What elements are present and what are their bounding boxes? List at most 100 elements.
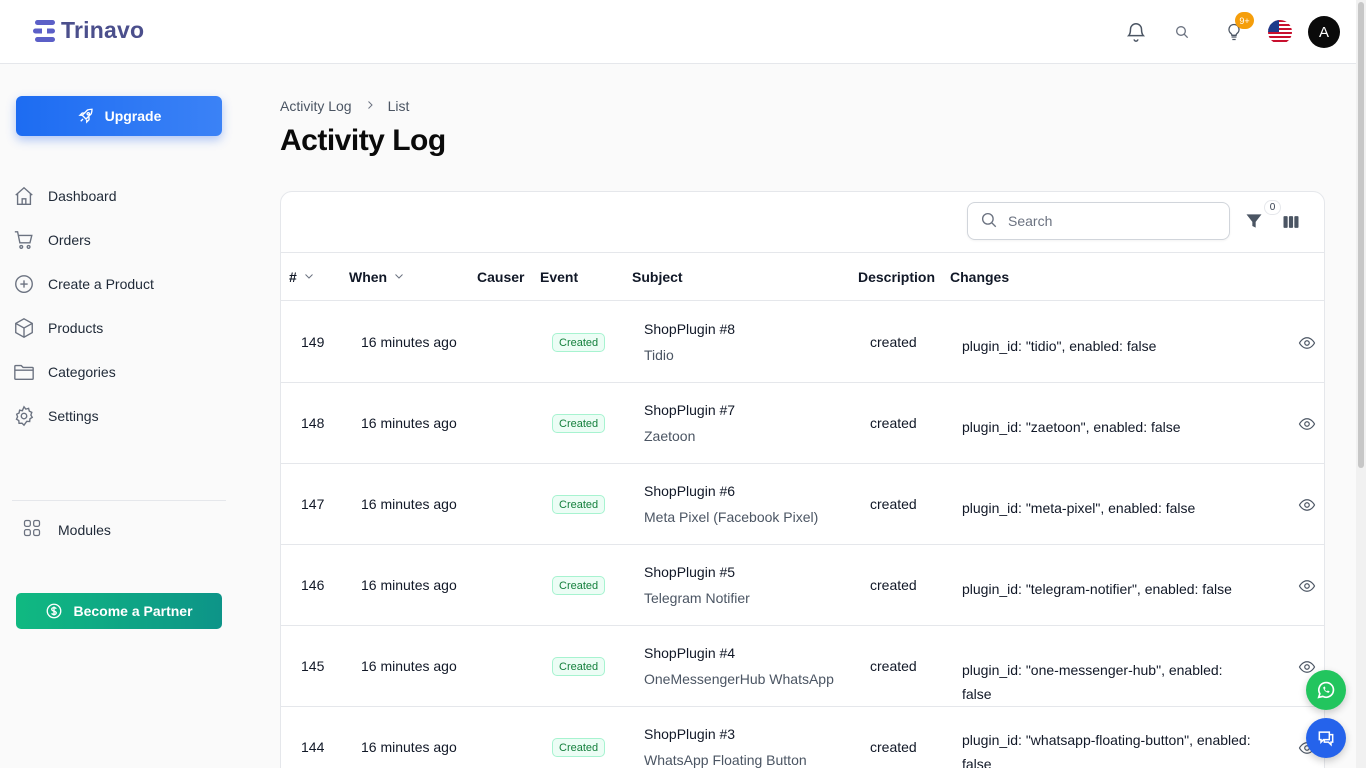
sidebar-item-label: Settings bbox=[48, 408, 99, 424]
sidebar-item-products[interactable]: Products bbox=[12, 306, 226, 350]
us-flag-icon[interactable] bbox=[1268, 20, 1292, 44]
breadcrumb-current: List bbox=[387, 98, 410, 114]
event-badge: Created bbox=[552, 495, 606, 514]
row-subject-name: Tidio bbox=[644, 347, 674, 363]
column-header-causer[interactable]: Causer bbox=[477, 253, 524, 301]
sidebar-nav: Dashboard Orders Create a Product Produc… bbox=[12, 174, 226, 438]
eye-icon[interactable] bbox=[1297, 496, 1317, 514]
brand-logo[interactable]: Trinavo bbox=[33, 17, 144, 44]
cart-icon bbox=[12, 229, 35, 252]
row-subject[interactable]: ShopPlugin #7 bbox=[644, 402, 735, 418]
activity-table-card: Search 0 # When Causer Event Subject Des… bbox=[280, 191, 1325, 768]
row-when: 16 minutes ago bbox=[361, 658, 457, 674]
column-header-when[interactable]: When bbox=[349, 253, 405, 301]
whatsapp-button[interactable] bbox=[1306, 670, 1346, 710]
column-header-description[interactable]: Description bbox=[858, 253, 935, 301]
sidebar-item-create-product[interactable]: Create a Product bbox=[12, 262, 226, 306]
row-when: 16 minutes ago bbox=[361, 577, 457, 593]
row-description: created bbox=[870, 496, 917, 512]
sidebar-item-label: Categories bbox=[48, 364, 116, 380]
sidebar-item-label: Create a Product bbox=[48, 276, 154, 292]
table-row[interactable]: 148 16 minutes ago Created ShopPlugin #7… bbox=[281, 383, 1324, 464]
sidebar-item-modules[interactable]: Modules bbox=[22, 518, 111, 541]
row-description: created bbox=[870, 739, 917, 755]
chat-icon bbox=[1318, 731, 1334, 747]
top-bar: Trinavo 9+ A bbox=[0, 0, 1356, 64]
table-row[interactable]: 146 16 minutes ago Created ShopPlugin #5… bbox=[281, 545, 1324, 626]
row-id: 146 bbox=[301, 577, 325, 593]
table-row[interactable]: 149 16 minutes ago Created ShopPlugin #8… bbox=[281, 302, 1324, 383]
page-title: Activity Log bbox=[280, 124, 446, 157]
sidebar-item-settings[interactable]: Settings bbox=[12, 394, 226, 438]
row-when: 16 minutes ago bbox=[361, 496, 457, 512]
row-subject-name: Meta Pixel (Facebook Pixel) bbox=[644, 509, 819, 525]
upgrade-label: Upgrade bbox=[104, 108, 162, 124]
row-subject[interactable]: ShopPlugin #4 bbox=[644, 645, 735, 661]
search-placeholder: Search bbox=[1008, 213, 1053, 229]
sidebar-divider bbox=[12, 500, 226, 501]
row-id: 144 bbox=[301, 739, 325, 755]
row-changes: plugin_id: "zaetoon", enabled: false bbox=[962, 419, 1181, 435]
chevron-down-icon bbox=[393, 269, 405, 285]
breadcrumb-root[interactable]: Activity Log bbox=[280, 98, 352, 114]
column-header-subject[interactable]: Subject bbox=[632, 253, 683, 301]
sidebar-item-orders[interactable]: Orders bbox=[12, 218, 226, 262]
row-description: created bbox=[870, 334, 917, 350]
chat-button[interactable] bbox=[1306, 718, 1346, 758]
row-when: 16 minutes ago bbox=[361, 415, 457, 431]
avatar[interactable]: A bbox=[1308, 16, 1340, 48]
event-badge: Created bbox=[552, 738, 606, 757]
row-description: created bbox=[870, 577, 917, 593]
row-subject[interactable]: ShopPlugin #5 bbox=[644, 564, 735, 580]
row-changes: plugin_id: "meta-pixel", enabled: false bbox=[962, 500, 1196, 516]
partner-label: Become a Partner bbox=[73, 603, 193, 619]
row-subject[interactable]: ShopPlugin #6 bbox=[644, 483, 735, 499]
search-icon[interactable] bbox=[1170, 20, 1194, 44]
table-row[interactable]: 147 16 minutes ago Created ShopPlugin #6… bbox=[281, 464, 1324, 545]
filter-count-badge: 0 bbox=[1264, 200, 1281, 215]
table-row[interactable]: 144 16 minutes ago Created ShopPlugin #3… bbox=[281, 707, 1324, 768]
row-subject[interactable]: ShopPlugin #3 bbox=[644, 726, 735, 742]
notification-badge: 9+ bbox=[1235, 12, 1254, 29]
row-changes: plugin_id: "whatsapp-floating-button", e… bbox=[962, 732, 1251, 768]
folder-icon bbox=[12, 361, 35, 384]
row-changes: plugin_id: "telegram-notifier", enabled:… bbox=[962, 581, 1232, 597]
sidebar-item-label: Products bbox=[48, 320, 104, 336]
search-input[interactable]: Search bbox=[967, 202, 1230, 240]
columns-icon[interactable] bbox=[1281, 212, 1301, 232]
row-subject-name: Telegram Notifier bbox=[644, 590, 750, 606]
row-subject-name: Zaetoon bbox=[644, 428, 696, 444]
brand-name: Trinavo bbox=[61, 17, 145, 43]
row-id: 149 bbox=[301, 334, 325, 350]
chevron-down-icon bbox=[303, 269, 315, 285]
eye-icon[interactable] bbox=[1297, 334, 1317, 352]
chevron-right-icon bbox=[364, 98, 376, 114]
column-header-changes[interactable]: Changes bbox=[950, 253, 1009, 301]
sidebar-item-dashboard[interactable]: Dashboard bbox=[12, 174, 226, 218]
eye-icon[interactable] bbox=[1297, 577, 1317, 595]
column-label: When bbox=[349, 269, 388, 285]
column-header-event[interactable]: Event bbox=[540, 253, 578, 301]
breadcrumb: Activity Log List bbox=[280, 98, 409, 114]
upgrade-button[interactable]: Upgrade bbox=[16, 96, 222, 136]
filter-icon[interactable] bbox=[1244, 211, 1264, 231]
table-row[interactable]: 145 16 minutes ago Created ShopPlugin #4… bbox=[281, 626, 1324, 707]
event-badge: Created bbox=[552, 414, 606, 433]
logo-icon bbox=[33, 19, 55, 42]
eye-icon[interactable] bbox=[1297, 415, 1317, 433]
bell-icon[interactable] bbox=[1124, 20, 1148, 44]
dollar-icon bbox=[47, 603, 62, 619]
scroll-thumb[interactable] bbox=[1358, 2, 1364, 468]
row-id: 147 bbox=[301, 496, 325, 512]
grid-icon bbox=[22, 518, 42, 541]
column-header-id[interactable]: # bbox=[289, 253, 315, 301]
row-when: 16 minutes ago bbox=[361, 739, 457, 755]
home-icon bbox=[12, 185, 35, 208]
row-subject[interactable]: ShopPlugin #8 bbox=[644, 321, 735, 337]
whatsapp-icon bbox=[1317, 681, 1335, 699]
column-label: # bbox=[289, 269, 297, 285]
become-partner-button[interactable]: Become a Partner bbox=[16, 593, 222, 629]
sidebar-item-categories[interactable]: Categories bbox=[12, 350, 226, 394]
page-scrollbar[interactable] bbox=[1356, 0, 1366, 768]
event-badge: Created bbox=[552, 576, 606, 595]
